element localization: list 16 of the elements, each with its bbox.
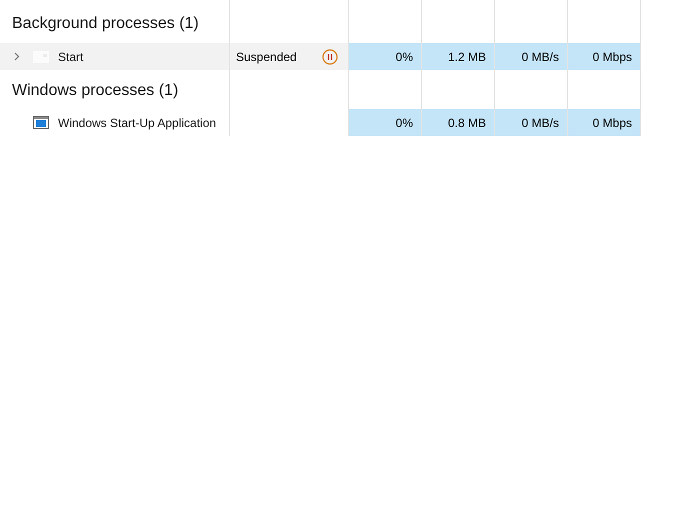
cpu-cell: 0% [349, 43, 422, 70]
group-header: Background processes (1) [12, 14, 199, 34]
disk-cell: 0 MB/s [495, 109, 568, 136]
group-header: Windows processes (1) [12, 81, 178, 101]
process-row-background[interactable]: Start [0, 43, 230, 70]
network-cell: 0 Mbps [568, 109, 641, 136]
window-icon [33, 116, 49, 129]
process-name: Windows Start-Up Application [58, 114, 216, 132]
network-cell: 0 Mbps [568, 43, 641, 70]
process-name: Start [58, 48, 84, 66]
memory-cell: 0.8 MB [422, 109, 495, 136]
memory-cell: 1.2 MB [422, 43, 495, 70]
status-text: Suspended [236, 48, 297, 66]
disk-cell: 0 MB/s [495, 43, 568, 70]
cpu-cell: 0% [349, 109, 422, 136]
chevron-icon[interactable] [14, 52, 20, 61]
